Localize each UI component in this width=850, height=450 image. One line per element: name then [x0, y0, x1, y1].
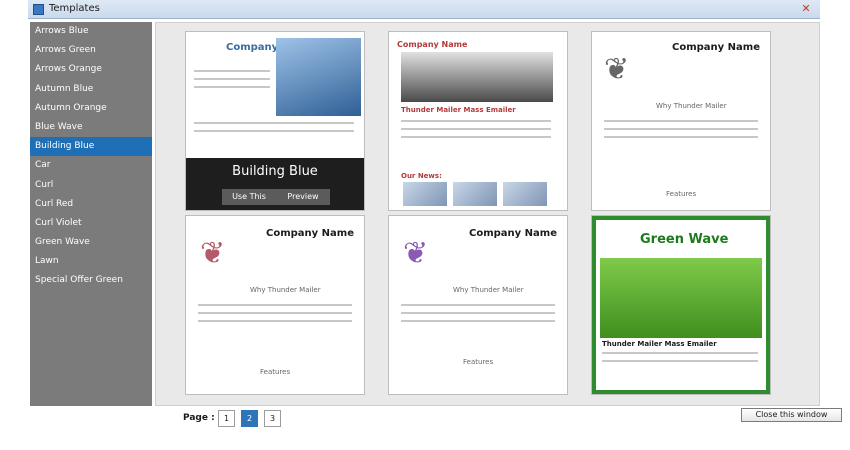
text-line: [401, 128, 551, 130]
lawn-image: [600, 258, 762, 338]
section-heading: Why Thunder Mailer: [656, 102, 727, 110]
template-card-curl[interactable]: Company Name ❦ Why Thunder Mailer Featur…: [591, 31, 771, 211]
page-3-button[interactable]: 3: [264, 410, 281, 427]
section-heading: Why Thunder Mailer: [250, 286, 321, 294]
templates-window: Templates ✕ Arrows Blue Arrows Green Arr…: [28, 0, 842, 450]
template-item-green-wave[interactable]: Green Wave: [30, 233, 152, 252]
page-label: Page :: [183, 413, 215, 423]
template-item-arrows-blue[interactable]: Arrows Blue: [30, 22, 152, 41]
template-item-special-offer-green[interactable]: Special Offer Green: [30, 271, 152, 290]
building-image: [276, 38, 361, 116]
features-heading: Features: [260, 368, 291, 376]
template-card-curl-red[interactable]: Company Name ❦ Why Thunder Mailer Featur…: [185, 215, 365, 395]
window-title: Templates: [49, 3, 100, 14]
text-line: [194, 86, 270, 88]
template-preview-grid: Company Name Building Blue Use This Previ…: [155, 22, 820, 406]
close-icon[interactable]: ✕: [798, 2, 814, 16]
use-this-button[interactable]: Use This: [222, 189, 276, 205]
text-line: [198, 304, 352, 306]
card-company-name: Company Name: [266, 228, 354, 239]
curl-ornament-icon: ❦: [200, 236, 226, 271]
template-item-curl-red[interactable]: Curl Red: [30, 195, 152, 214]
card-brand-title: Green Wave: [640, 232, 729, 247]
text-line: [604, 120, 758, 122]
text-line: [194, 122, 354, 124]
template-card-building-blue[interactable]: Company Name Building Blue Use This Previ…: [185, 31, 365, 211]
text-line: [602, 352, 758, 354]
template-item-curl-violet[interactable]: Curl Violet: [30, 214, 152, 233]
car-image: [401, 52, 553, 102]
text-line: [401, 136, 551, 138]
card-heading: Thunder Mailer Mass Emailer: [602, 340, 717, 348]
card-company-name: Company Name: [672, 42, 760, 53]
news-image: [403, 182, 447, 206]
preview-button[interactable]: Preview: [276, 189, 330, 205]
text-line: [401, 120, 551, 122]
card-company-name: Company Name: [469, 228, 557, 239]
text-line: [604, 136, 758, 138]
template-card-car[interactable]: Company Name Thunder Mailer Mass Emailer…: [388, 31, 568, 211]
page-1-button[interactable]: 1: [218, 410, 235, 427]
template-item-building-blue[interactable]: Building Blue: [30, 137, 152, 157]
text-line: [194, 130, 354, 132]
card-overlay: Building Blue Use This Preview: [186, 158, 364, 210]
template-item-blue-wave[interactable]: Blue Wave: [30, 118, 152, 137]
pagination: Page : 1 2 3: [183, 407, 820, 430]
text-line: [194, 70, 270, 72]
text-line: [401, 304, 555, 306]
text-line: [198, 320, 352, 322]
template-item-arrows-green[interactable]: Arrows Green: [30, 41, 152, 60]
section-heading: Why Thunder Mailer: [453, 286, 524, 294]
text-line: [198, 312, 352, 314]
news-heading: Our News:: [401, 172, 442, 180]
template-card-curl-violet[interactable]: Company Name ❦ Why Thunder Mailer Featur…: [388, 215, 568, 395]
features-heading: Features: [463, 358, 494, 366]
text-line: [194, 78, 270, 80]
page-2-button[interactable]: 2: [241, 410, 258, 427]
template-card-green-wave[interactable]: Green Wave Thunder Mailer Mass Emailer: [591, 215, 771, 395]
title-bar: Templates ✕: [28, 0, 820, 19]
app-icon: [33, 4, 44, 15]
text-line: [401, 320, 555, 322]
text-line: [602, 360, 758, 362]
template-item-curl[interactable]: Curl: [30, 176, 152, 195]
curl-ornament-icon: ❦: [604, 52, 630, 87]
text-line: [604, 128, 758, 130]
features-heading: Features: [666, 190, 697, 198]
overlay-title: Building Blue: [232, 164, 318, 179]
card-company-name: Company Name: [397, 40, 468, 49]
news-image: [453, 182, 497, 206]
template-item-autumn-blue[interactable]: Autumn Blue: [30, 80, 152, 99]
text-line: [401, 312, 555, 314]
news-image: [503, 182, 547, 206]
card-heading: Thunder Mailer Mass Emailer: [401, 106, 516, 114]
overlay-actions: Use This Preview: [222, 189, 330, 205]
template-item-autumn-orange[interactable]: Autumn Orange: [30, 99, 152, 118]
template-item-arrows-orange[interactable]: Arrows Orange: [30, 60, 152, 79]
curl-ornament-icon: ❦: [403, 236, 429, 271]
template-item-lawn[interactable]: Lawn: [30, 252, 152, 271]
close-window-button[interactable]: Close this window: [741, 408, 842, 422]
template-list: Arrows Blue Arrows Green Arrows Orange A…: [30, 22, 152, 406]
template-item-car[interactable]: Car: [30, 156, 152, 175]
